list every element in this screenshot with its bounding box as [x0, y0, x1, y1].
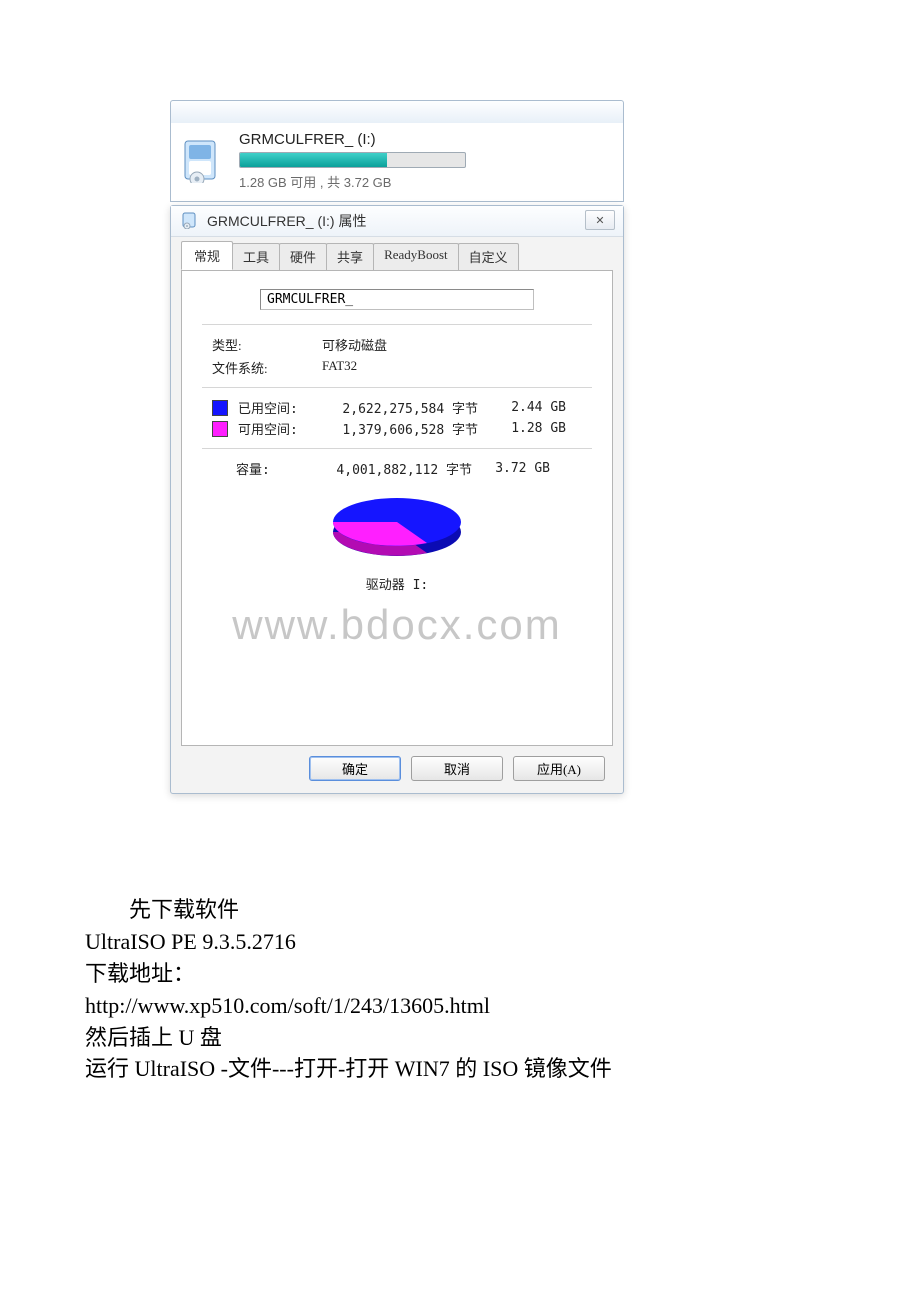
type-value: 可移动磁盘 [322, 335, 387, 354]
ok-button[interactable]: 确定 [309, 756, 401, 781]
document-body: 先下载软件 UltraISO PE 9.3.5.2716 下载地址： http:… [85, 894, 835, 1085]
doc-line-1: 先下载软件 [85, 894, 835, 926]
type-label: 类型: [212, 335, 296, 354]
divider [202, 448, 592, 449]
capacity-gb: 3.72 GB [480, 461, 550, 476]
doc-line-4: http://www.xp510.com/soft/1/243/13605.ht… [85, 993, 490, 1018]
disk-usage-pie [202, 488, 592, 570]
doc-line-5: 然后插上 U 盘 [85, 1025, 222, 1050]
tab-tools[interactable]: 工具 [232, 243, 280, 270]
doc-line-3: 下载地址： [85, 961, 195, 986]
explorer-titlebar [170, 100, 624, 123]
used-bytes: 2,622,275,584 字节 [318, 398, 486, 417]
used-label: 已用空间: [238, 398, 308, 417]
free-label: 可用空间: [238, 419, 308, 438]
tab-custom[interactable]: 自定义 [458, 243, 519, 270]
free-bytes: 1,379,606,528 字节 [318, 419, 486, 438]
drive-small-icon [181, 211, 199, 232]
doc-line-6: 运行 UltraISO -文件---打开-打开 WIN7 的 ISO 镜像文件 [85, 1056, 612, 1081]
apply-button[interactable]: 应用(A) [513, 756, 605, 781]
capacity-bytes: 4,001,882,112 字节 [312, 459, 480, 478]
pie-caption: 驱动器 I: [202, 574, 592, 593]
dialog-button-row: 确定 取消 应用(A) [171, 756, 623, 793]
properties-screenshot: GRMCULFRER_ (I:) 1.28 GB 可用 , 共 3.72 GB … [170, 100, 624, 794]
dialog-title: GRMCULFRER_ (I:) 属性 [207, 211, 366, 231]
filesystem-value: FAT32 [322, 358, 357, 377]
drive-summary-panel: GRMCULFRER_ (I:) 1.28 GB 可用 , 共 3.72 GB [170, 123, 624, 202]
tab-sharing[interactable]: 共享 [326, 243, 374, 270]
divider [202, 324, 592, 325]
drive-usage-bar [239, 152, 466, 168]
tab-general[interactable]: 常规 [181, 241, 233, 270]
tab-hardware[interactable]: 硬件 [279, 243, 327, 270]
properties-dialog: GRMCULFRER_ (I:) 属性 ✕ 常规 工具 硬件 共享 ReadyB… [170, 205, 624, 794]
used-gb: 2.44 GB [496, 400, 566, 415]
filesystem-label: 文件系统: [212, 358, 296, 377]
free-swatch [212, 421, 228, 437]
tab-panel-general: 类型: 可移动磁盘 文件系统: FAT32 已用空间: 2,622,275,58… [181, 270, 613, 746]
capacity-label: 容量: [236, 459, 312, 478]
dialog-titlebar[interactable]: GRMCULFRER_ (I:) 属性 ✕ [171, 206, 623, 237]
close-button[interactable]: ✕ [585, 210, 615, 230]
drive-name: GRMCULFRER_ (I:) [239, 131, 613, 148]
volume-name-input[interactable] [260, 289, 534, 310]
free-gb: 1.28 GB [496, 421, 566, 436]
drive-usage-text: 1.28 GB 可用 , 共 3.72 GB [239, 172, 613, 191]
divider [202, 387, 592, 388]
watermark: www.bdocx.com [182, 601, 612, 649]
doc-line-2: UltraISO PE 9.3.5.2716 [85, 929, 296, 954]
used-swatch [212, 400, 228, 416]
tab-strip: 常规 工具 硬件 共享 ReadyBoost 自定义 [171, 237, 623, 270]
cancel-button[interactable]: 取消 [411, 756, 503, 781]
tab-readyboost[interactable]: ReadyBoost [373, 243, 459, 270]
drive-icon [181, 139, 225, 183]
